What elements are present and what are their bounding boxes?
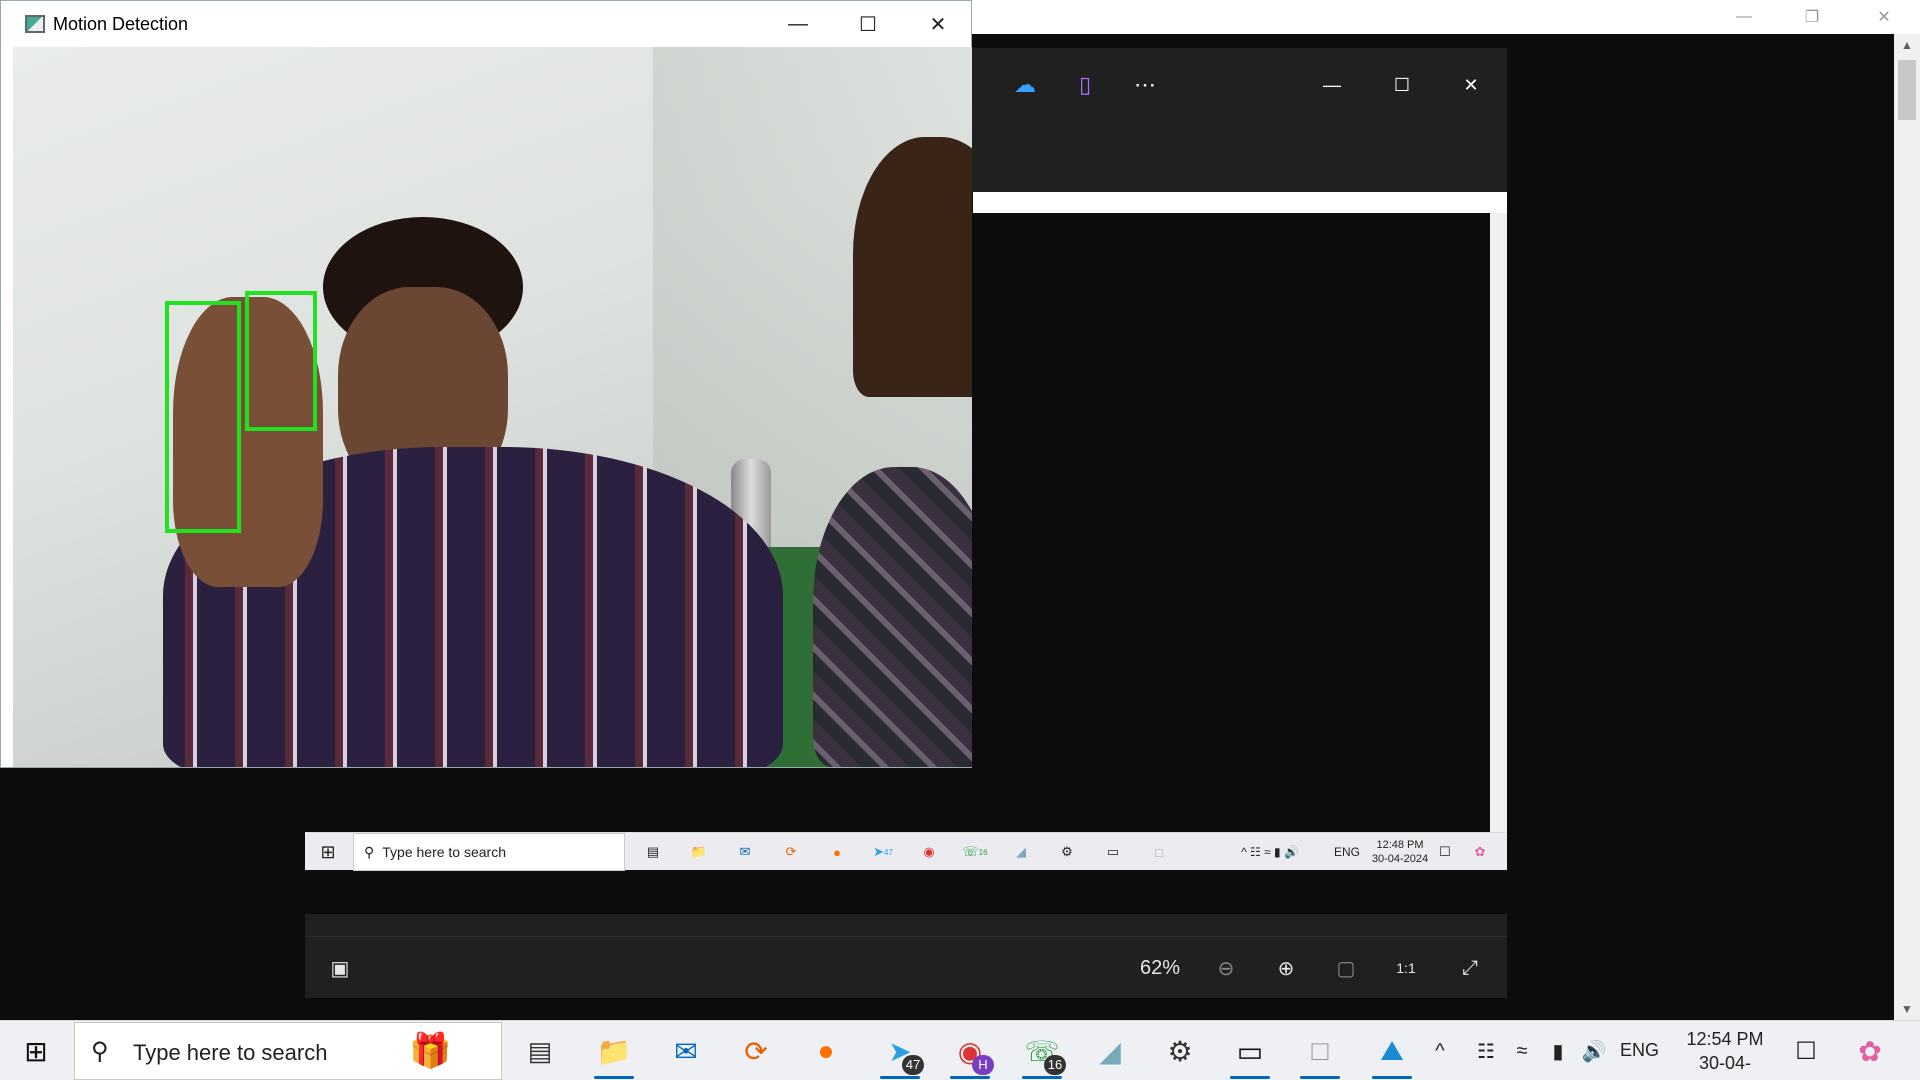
inner-explorer-icon: 📁 — [690, 844, 708, 859]
inner-start-icon: ⊞ — [320, 841, 336, 862]
telegram-badge: 47 — [902, 1055, 924, 1075]
copilot-icon[interactable]: ✿ — [1842, 1021, 1898, 1080]
inner-whatsapp-icon: ☏ 16 — [962, 844, 988, 859]
person-right-body — [813, 467, 972, 767]
photos-icon[interactable]: ⛰ — [1362, 1021, 1422, 1080]
detection-box — [165, 301, 241, 533]
search-box[interactable]: ⚲ Type here to search 🎁 — [74, 1022, 502, 1080]
show-hidden-icons-icon[interactable]: ^ — [1420, 1021, 1460, 1080]
inner-notification-icon: ☐ — [1439, 844, 1451, 859]
scroll-down-arrow-icon[interactable]: ▼ — [1894, 998, 1920, 1020]
settings-icon[interactable]: ⚙ — [1150, 1021, 1210, 1080]
photos-bottombar: ▣ 62% ⊖ ⊕ ▢ 1:1 ⤢ — [305, 936, 1507, 998]
clipchamp-icon[interactable]: ▯ — [1065, 68, 1105, 102]
chrome-icon[interactable]: ◉ H — [940, 1021, 1000, 1080]
wifi-icon[interactable]: ≈ — [1502, 1021, 1542, 1080]
chrome-profile-badge: H — [972, 1055, 994, 1075]
inner-taskview-icon: ▤ — [646, 844, 660, 859]
inner-chrome-icon: ◉ — [923, 844, 935, 859]
app-icon-blue[interactable]: ◢ — [1080, 1021, 1140, 1080]
inner-app-icon: ⟳ — [785, 844, 797, 859]
scroll-up-arrow-icon[interactable]: ▲ — [1894, 34, 1920, 56]
maximize-button[interactable]: ☐ — [833, 1, 903, 47]
inner-window-titlebar — [973, 192, 1507, 213]
terminal-icon[interactable]: ▭ — [1220, 1021, 1280, 1080]
motion-detection-window: Motion Detection — ☐ ✕ — [0, 0, 972, 768]
app-icon-orange[interactable]: ⟳ — [726, 1021, 786, 1080]
clock[interactable]: 12:54 PM 30-04-2024 — [1680, 1027, 1770, 1080]
close-button[interactable]: ✕ — [903, 1, 973, 47]
inner-firefox-icon: ● — [833, 844, 841, 860]
search-icon: ⚲ — [91, 1038, 109, 1065]
inner-taskbar: ⊞ ⚲ Type here to search ▤ 📁 ✉ ⟳ ● ➤ 47 ◉ … — [305, 832, 1507, 871]
inner-settings-icon: ⚙ — [1061, 844, 1073, 859]
app-icon — [25, 15, 45, 33]
more-options-icon[interactable]: ⋯ — [1125, 68, 1165, 102]
whatsapp-icon[interactable]: ☏ 16 — [1012, 1021, 1072, 1080]
inner-telegram-icon: ➤ 47 — [873, 844, 893, 859]
battery-icon[interactable]: ▮ — [1538, 1021, 1578, 1080]
inner-telegram-badge: 47 — [884, 847, 893, 857]
inner-date: 30-04-2024 — [1371, 853, 1429, 865]
inner-tray-icons: ^ ☷ ≈ ▮ 🔊 — [1241, 845, 1299, 859]
zoom-in-icon[interactable]: ⊕ — [1261, 937, 1311, 999]
console-close-button[interactable]: ✕ — [1855, 0, 1913, 34]
taskbar: ⊞ ⚲ Type here to search 🎁 ▤ 📁 ✉ ⟳ ● ➤ 47 … — [0, 1020, 1920, 1080]
inner-search-box: ⚲ Type here to search — [353, 833, 625, 871]
inner-terminal-icon: ▭ — [1106, 844, 1120, 859]
console-restore-button[interactable]: ❐ — [1783, 0, 1841, 34]
clock-date: 30-04-2024 — [1698, 1053, 1752, 1080]
inner-copilot-icon: ✿ — [1474, 844, 1486, 859]
whatsapp-badge: 16 — [1044, 1055, 1066, 1075]
scroll-thumb[interactable] — [1898, 60, 1916, 120]
language-indicator[interactable]: ENG — [1620, 1040, 1659, 1061]
file-explorer-icon[interactable]: 📁 — [584, 1021, 644, 1080]
file-icon[interactable]: □ — [1290, 1021, 1350, 1080]
mail-icon[interactable]: ✉ — [656, 1021, 716, 1080]
search-placeholder: Type here to search — [133, 1040, 328, 1065]
filmstrip-icon[interactable]: ▣ — [315, 937, 365, 999]
camera-feed — [13, 47, 972, 767]
detection-box — [245, 291, 317, 431]
zoom-out-icon[interactable]: ⊖ — [1201, 937, 1251, 999]
inner-file-icon: □ — [1155, 844, 1163, 860]
meet-now-icon[interactable]: ☷ — [1466, 1021, 1506, 1080]
motion-titlebar: Motion Detection — ☐ ✕ — [1, 1, 971, 47]
volume-icon[interactable]: 🔊 — [1574, 1021, 1614, 1080]
inner-app2-icon: ◢ — [1016, 844, 1026, 859]
window-title: Motion Detection — [53, 14, 189, 34]
photos-minimize-button[interactable]: — — [1312, 68, 1352, 102]
inner-whatsapp-badge: 16 — [978, 847, 988, 857]
onedrive-icon[interactable]: ☁ — [1005, 68, 1045, 102]
actual-size-icon[interactable]: 1:1 — [1381, 937, 1431, 999]
inner-mail-icon: ✉ — [739, 844, 751, 859]
fit-to-window-icon[interactable]: ▢ — [1321, 937, 1371, 999]
clock-time: 12:54 PM — [1686, 1029, 1764, 1049]
fullscreen-icon[interactable]: ⤢ — [1445, 937, 1495, 999]
person-right-head — [853, 137, 972, 397]
inner-scrollbar — [1490, 213, 1507, 832]
photos-close-button[interactable]: ✕ — [1451, 68, 1491, 102]
inner-search-placeholder: Type here to search — [382, 844, 507, 860]
inner-search-icon: ⚲ — [364, 843, 375, 860]
zoom-level[interactable]: 62% — [1125, 937, 1195, 999]
search-highlight-icon[interactable]: 🎁 — [409, 1031, 451, 1071]
telegram-icon[interactable]: ➤ 47 — [870, 1021, 930, 1080]
console-minimize-button[interactable]: — — [1715, 0, 1773, 34]
task-view-icon[interactable]: ▤ — [510, 1021, 570, 1080]
inner-time: 12:48 PM — [1376, 839, 1424, 851]
firefox-icon[interactable]: ● — [796, 1021, 856, 1080]
start-windows-icon[interactable]: ⊞ — [6, 1021, 66, 1080]
minimize-button[interactable]: — — [763, 1, 833, 47]
notification-icon[interactable]: ☐ — [1782, 1021, 1830, 1080]
photos-maximize-button[interactable]: ☐ — [1382, 68, 1422, 102]
console-scrollbar[interactable]: ▲ ▼ — [1894, 34, 1920, 1020]
